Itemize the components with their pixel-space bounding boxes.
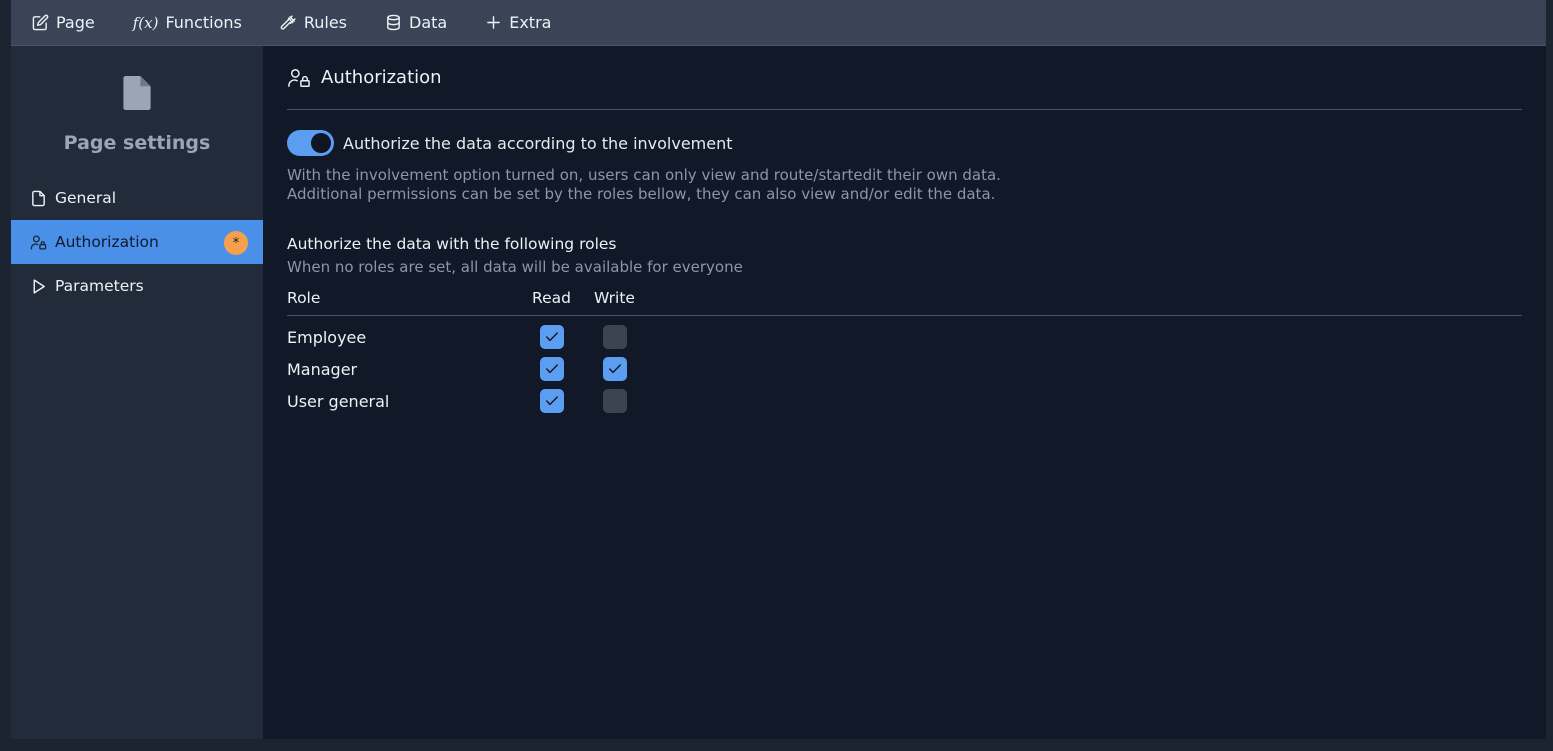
toggle-label: Authorize the data according to the invo… bbox=[343, 133, 733, 153]
check-icon bbox=[545, 396, 558, 406]
involvement-toggle-row: Authorize the data according to the invo… bbox=[287, 130, 1522, 156]
roles-table: Role Read Write Employee Manager User gene… bbox=[287, 285, 1522, 417]
involvement-help-text: With the involvement option turned on, u… bbox=[287, 166, 1522, 204]
user-lock-icon bbox=[30, 234, 47, 250]
sidebar-title: Page settings bbox=[63, 132, 211, 154]
table-row: User general bbox=[287, 385, 1522, 417]
settings-sidebar: Page settings General Authorization * Pa… bbox=[11, 46, 263, 739]
sidebar-item-label: Parameters bbox=[55, 277, 144, 295]
sidebar-header: Page settings bbox=[11, 46, 263, 154]
unsaved-badge: * bbox=[224, 231, 248, 255]
roles-subtitle: When no roles are set, all data will be … bbox=[287, 258, 743, 276]
help-line-1: With the involvement option turned on, u… bbox=[287, 166, 1001, 184]
sidebar-item-general[interactable]: General bbox=[11, 176, 263, 220]
read-cell bbox=[520, 353, 583, 385]
role-name: Manager bbox=[287, 359, 358, 379]
database-icon bbox=[387, 14, 400, 31]
check-icon bbox=[545, 332, 558, 342]
edit-icon bbox=[32, 14, 49, 31]
menu-data[interactable]: Data bbox=[385, 0, 447, 46]
menu-rules-label: Rules bbox=[303, 13, 348, 32]
document-icon bbox=[32, 190, 45, 206]
menu-extra-label: Extra bbox=[509, 13, 552, 32]
toggle-knob bbox=[311, 133, 331, 153]
read-cell bbox=[520, 385, 583, 417]
role-name: User general bbox=[287, 391, 390, 411]
plus-icon bbox=[487, 16, 501, 29]
write-cell bbox=[583, 315, 646, 353]
read-checkbox[interactable] bbox=[539, 357, 564, 381]
app-frame: Page f(x) Functions Rules Data Extra Pag… bbox=[11, 0, 1546, 739]
column-header-role: Role bbox=[287, 285, 520, 316]
table-row: Employee bbox=[287, 315, 1522, 353]
read-checkbox[interactable] bbox=[539, 325, 564, 350]
column-header-write: Write bbox=[583, 285, 646, 316]
sidebar-item-label: Authorization bbox=[55, 233, 159, 251]
document-icon bbox=[123, 76, 151, 110]
row-spacer bbox=[646, 385, 1522, 417]
read-cell bbox=[520, 315, 583, 353]
user-lock-icon bbox=[288, 68, 310, 87]
main-content: Authorization Authorize the data accordi… bbox=[287, 46, 1522, 417]
sidebar-nav: General Authorization * Parameters bbox=[11, 176, 263, 308]
play-icon bbox=[33, 278, 45, 294]
involvement-toggle[interactable] bbox=[287, 130, 334, 156]
column-header-spacer bbox=[646, 285, 1522, 316]
menu-page[interactable]: Page bbox=[32, 0, 95, 46]
menu-page-label: Page bbox=[56, 13, 95, 32]
column-header-read: Read bbox=[520, 285, 583, 316]
check-icon bbox=[545, 364, 558, 374]
sidebar-item-label: General bbox=[55, 189, 117, 207]
write-checkbox[interactable] bbox=[602, 325, 627, 350]
menu-extra[interactable]: Extra bbox=[485, 0, 551, 46]
top-menubar: Page f(x) Functions Rules Data Extra bbox=[11, 0, 1546, 46]
help-line-2: Additional permissions can be set by the… bbox=[287, 185, 996, 203]
menu-functions[interactable]: f(x) Functions bbox=[133, 0, 242, 46]
write-cell bbox=[583, 385, 646, 417]
function-icon: f(x) bbox=[132, 13, 159, 32]
write-checkbox[interactable] bbox=[602, 389, 627, 413]
row-spacer bbox=[646, 353, 1522, 385]
menu-data-label: Data bbox=[409, 13, 448, 32]
read-checkbox[interactable] bbox=[539, 389, 564, 413]
sidebar-item-authorization[interactable]: Authorization * bbox=[11, 220, 263, 264]
roles-title: Authorize the data with the following ro… bbox=[287, 235, 617, 253]
section-title: Authorization bbox=[321, 67, 442, 88]
menu-functions-label: Functions bbox=[165, 13, 242, 32]
row-spacer bbox=[646, 315, 1522, 353]
section-header: Authorization bbox=[287, 46, 1522, 110]
role-name: Employee bbox=[287, 327, 367, 347]
table-row: Manager bbox=[287, 353, 1522, 385]
sidebar-item-parameters[interactable]: Parameters bbox=[11, 264, 263, 308]
write-checkbox[interactable] bbox=[602, 357, 627, 381]
menu-rules[interactable]: Rules bbox=[280, 0, 347, 46]
table-header-row: Role Read Write bbox=[287, 285, 1522, 316]
check-icon bbox=[608, 364, 621, 374]
gavel-icon bbox=[280, 15, 296, 30]
write-cell bbox=[583, 353, 646, 385]
